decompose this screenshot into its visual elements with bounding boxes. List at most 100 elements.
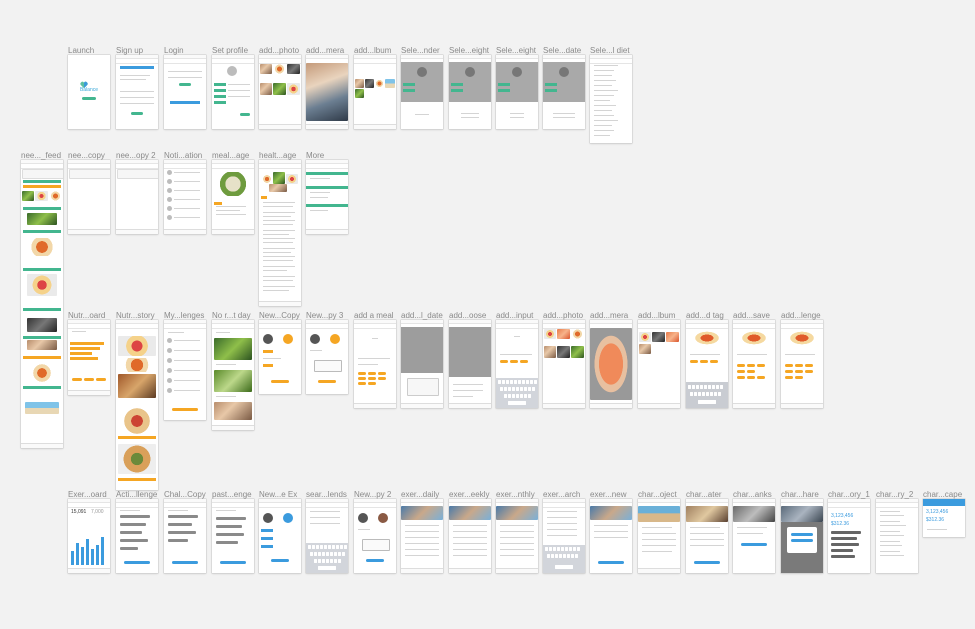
- step-goal: 7,000: [91, 509, 104, 515]
- phone-frame: [876, 499, 918, 573]
- artboard-title: nee...copy: [68, 151, 105, 160]
- phone-frame: [306, 55, 348, 129]
- phone-frame: [590, 499, 632, 573]
- phone-frame: [733, 320, 775, 408]
- artboard-title: char...cape: [923, 490, 963, 499]
- artboard-title: Nutr...oard: [68, 311, 106, 320]
- artboard-title: char...ry_2: [876, 490, 914, 499]
- artboard-title: char...ory_1: [828, 490, 870, 499]
- donation-points: 3,123,456: [926, 509, 949, 515]
- artboard-title: add...input: [496, 311, 534, 320]
- phone-frame: [449, 499, 491, 573]
- artboard-title: Login: [164, 46, 184, 55]
- phone-frame: 15,091 7,000: [68, 499, 110, 573]
- phone-frame: [259, 320, 301, 394]
- artboard-title: healt...age: [259, 151, 297, 160]
- donation-amount: $312.36: [926, 517, 945, 523]
- design-canvas: { "boards": { "r1": ["Launch","Sign up",…: [0, 0, 975, 629]
- phone-frame: [116, 499, 158, 573]
- phone-frame: [496, 320, 538, 408]
- artboard-title: add...mera: [306, 46, 345, 55]
- artboard-title: Sele...date: [543, 46, 582, 55]
- phone-frame: [164, 55, 206, 129]
- facebook-signup-button[interactable]: [120, 66, 154, 69]
- phone-frame: [68, 160, 110, 234]
- next-button[interactable]: [240, 113, 250, 116]
- app-logo-text: Balance: [79, 87, 99, 93]
- phone-frame: [449, 55, 491, 129]
- phone-frame: [781, 320, 823, 408]
- start-button[interactable]: [82, 97, 96, 100]
- phone-frame: [116, 55, 158, 129]
- artboard-title: exer...nthly: [496, 490, 535, 499]
- phone-frame: [212, 499, 254, 573]
- phone-frame: [68, 320, 110, 395]
- phone-frame: [543, 55, 585, 129]
- phone-frame: [212, 160, 254, 234]
- artboard-title: Launch: [68, 46, 95, 55]
- artboard-title: add...save: [733, 311, 770, 320]
- artboard-title: Sele...l diet: [590, 46, 630, 55]
- phone-frame: [306, 320, 348, 394]
- artboard-title: Acti...llenge: [116, 490, 158, 499]
- artboard-title: add...l_date: [401, 311, 443, 320]
- phone-frame: [496, 55, 538, 129]
- artboard-title: Sele...eight: [449, 46, 490, 55]
- phone-frame: [212, 320, 254, 430]
- login-button[interactable]: [179, 83, 191, 86]
- phone-frame: [306, 160, 348, 234]
- phone-frame: [116, 320, 158, 490]
- phone-frame: [164, 160, 206, 234]
- artboard-title: More: [306, 151, 325, 160]
- artboard-title: Sele...nder: [401, 46, 440, 55]
- avatar-icon[interactable]: [227, 66, 237, 76]
- phone-frame: [354, 55, 396, 129]
- phone-frame: [259, 160, 301, 306]
- phone-frame: [116, 160, 158, 234]
- artboard-title: add...oose: [449, 311, 487, 320]
- phone-frame: [164, 499, 206, 573]
- phone-frame: [401, 55, 443, 129]
- artboard-title: add a meal: [354, 311, 394, 320]
- artboard-title: Sele...eight: [496, 46, 537, 55]
- artboard-title: New...e Ex: [259, 490, 298, 499]
- artboard-title: New...Copy: [259, 311, 300, 320]
- artboard-title: char...ater: [686, 490, 722, 499]
- artboard-title: Nutr...story: [116, 311, 155, 320]
- signup-button[interactable]: [131, 112, 143, 115]
- artboard-title: add...lbum: [354, 46, 392, 55]
- phone-frame: [543, 499, 585, 573]
- phone-frame: [259, 55, 301, 129]
- artboard-title: add...lenge: [781, 311, 821, 320]
- artboard-title: char...hare: [781, 490, 819, 499]
- artboard-title: nee...opy 2: [116, 151, 156, 160]
- phone-frame: [259, 499, 301, 573]
- donation-amount: $312.36: [831, 521, 850, 527]
- artboard-title: add...photo: [259, 46, 300, 55]
- artboard-title: add...mera: [590, 311, 629, 320]
- phone-frame: [590, 55, 632, 143]
- artboard-title: No r...t day: [212, 311, 251, 320]
- phone-frame: [306, 499, 348, 573]
- phone-frame: [401, 320, 443, 408]
- artboard-title: My...lenges: [164, 311, 205, 320]
- phone-frame: 3,123,456 $312.36: [923, 499, 965, 537]
- artboard-title: exer...arch: [543, 490, 581, 499]
- artboard-title: sear...lends: [306, 490, 347, 499]
- artboard-title: add...lbum: [638, 311, 676, 320]
- facebook-login-button[interactable]: [170, 101, 200, 104]
- phone-frame: [354, 499, 396, 573]
- phone-frame: 3,123,456 $312.36: [828, 499, 870, 573]
- artboard-title: Chal...Copy: [164, 490, 206, 499]
- phone-frame: Balance: [68, 55, 110, 129]
- phone-frame: [401, 499, 443, 573]
- phone-frame: [686, 320, 728, 408]
- artboard-title: past...enge: [212, 490, 252, 499]
- artboard-title: char...oject: [638, 490, 677, 499]
- artboard-title: Sign up: [116, 46, 144, 55]
- artboard-title: char...anks: [733, 490, 772, 499]
- phone-frame: [354, 320, 396, 408]
- artboard-title: Set profile: [212, 46, 249, 55]
- phone-frame: [449, 320, 491, 408]
- artboard-title: add...d tag: [686, 311, 724, 320]
